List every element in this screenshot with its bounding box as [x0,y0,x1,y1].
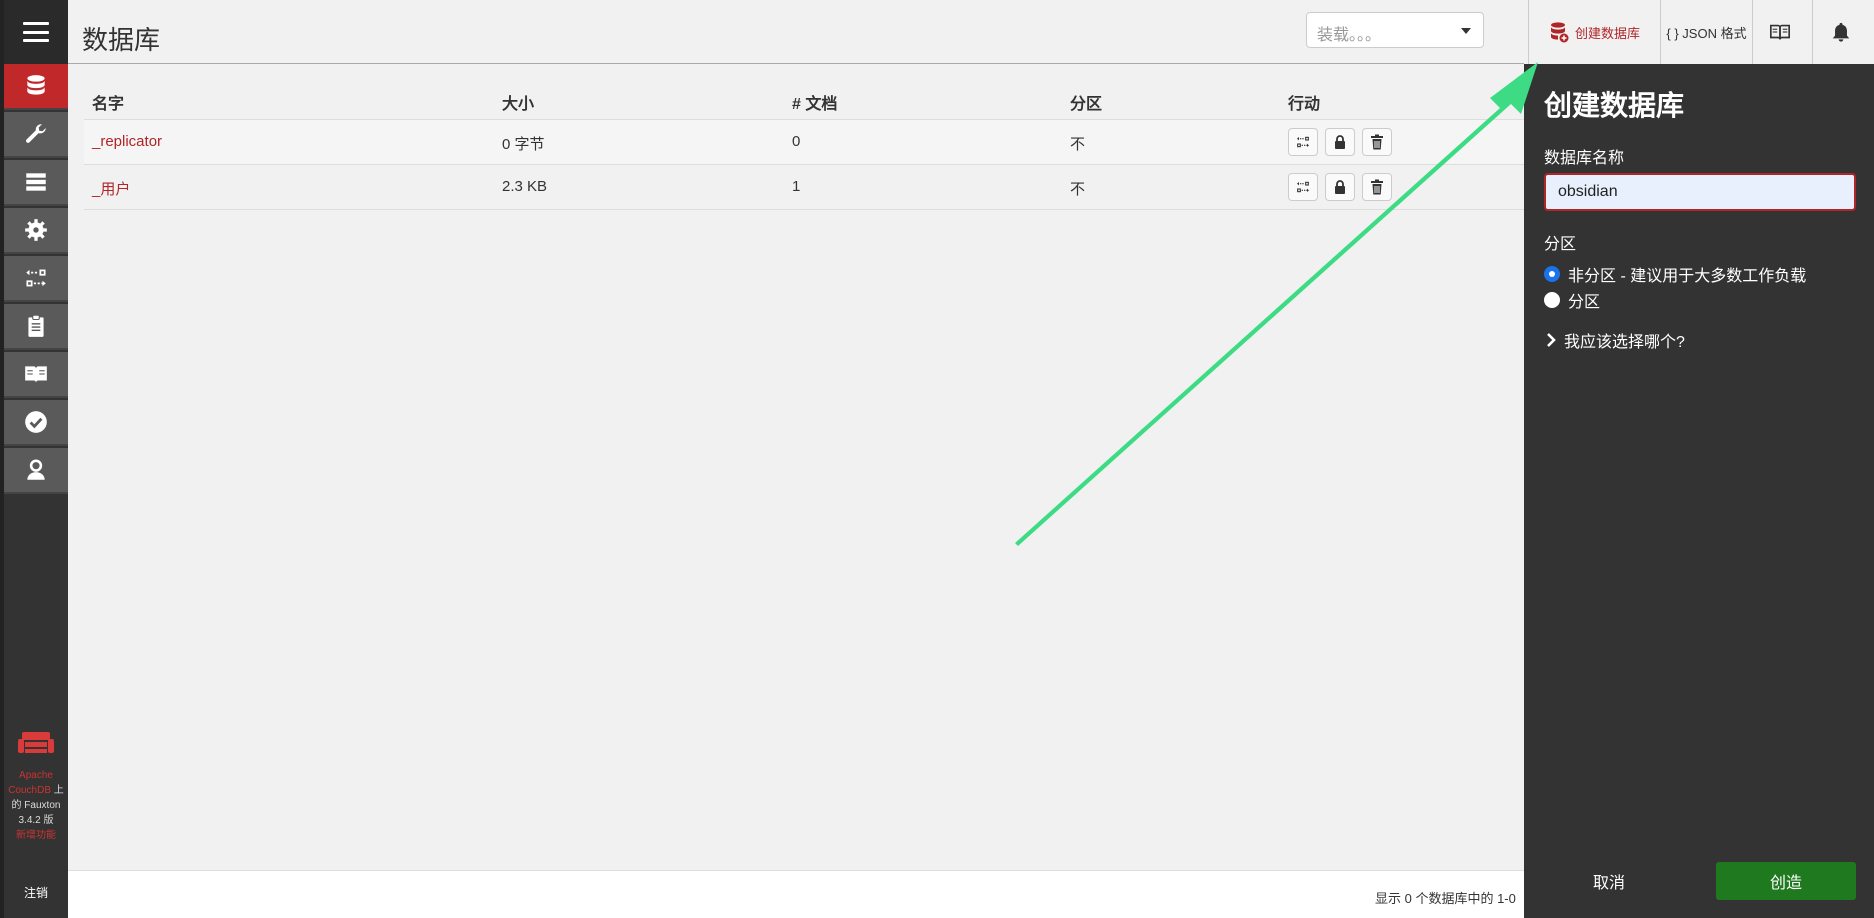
non-partitioned-option[interactable]: 非分区 - 建议用于大多数工作负载 [1544,262,1806,286]
trash-icon [1371,134,1383,150]
user-icon [27,459,45,480]
left-nav: Apache CouchDB 上 的 Fauxton 3.4.2 版 新增功能 … [0,0,68,918]
database-partitioned: 不 [1070,181,1086,198]
json-format-label: { } JSON 格式 [1666,25,1747,41]
radio-checked-icon[interactable] [1544,266,1560,282]
partition-label: 分区 [1544,236,1577,253]
cancel-button[interactable]: 取消 [1544,862,1674,900]
database-doc-count: 0 [792,133,801,150]
caret-down-icon [1461,28,1471,34]
database-table: 名字 大小 # 文档 分区 行动 _replicator 0 字节 0 不 _用… [84,80,1524,210]
documentation-button[interactable] [1752,0,1812,64]
footer: 显示 0 个数据库中的 1-0 [68,870,1524,918]
column-header-docs[interactable]: # 文档 [792,90,837,114]
nav-active-tasks[interactable] [4,160,68,206]
header: 数据库 装载。。。 [68,0,1524,64]
check-circle-icon [25,411,47,433]
whats-new-link[interactable]: 新增功能 [6,828,66,843]
non-partitioned-label: 非分区 - 建议用于大多数工作负载 [1568,268,1807,285]
create-database-tray: 创建数据库 数据库名称 分区 非分区 - 建议用于大多数工作负载 分区 我应该选… [1524,64,1874,918]
permissions-button[interactable] [1325,128,1355,156]
replication-icon [26,269,46,287]
partitioned-option[interactable]: 分区 [1544,288,1600,312]
delete-button[interactable] [1362,173,1392,201]
which-should-i-choose-toggle[interactable]: 我应该选择哪个? [1546,328,1685,352]
brand-couchdb[interactable]: CouchDB [8,785,51,796]
nav-documentation[interactable] [4,352,68,398]
nav-setup[interactable] [4,112,68,158]
couchdb-logo-icon [18,732,54,753]
brand-fauxton: 的 Fauxton [11,800,61,811]
nav-verify[interactable] [4,400,68,446]
nav-logs[interactable] [4,304,68,350]
lock-icon [1335,135,1345,149]
server-icon [26,173,46,191]
database-link[interactable]: _用户 [92,178,130,199]
nav-config[interactable] [4,208,68,254]
column-header-partitioned: 分区 [1070,96,1103,113]
menu-toggle[interactable] [4,0,68,64]
page-title: 数据库 [82,25,161,55]
column-header-actions: 行动 [1288,96,1321,113]
replication-icon [1297,181,1309,193]
json-format-button[interactable]: { } JSON 格式 [1660,0,1752,64]
create-button[interactable]: 创造 [1716,862,1856,900]
brand-on: 上 [51,785,64,796]
table-header: 名字 大小 # 文档 分区 行动 [84,80,1524,120]
trash-icon [1371,179,1383,195]
table-row: _replicator 0 字节 0 不 [84,120,1524,165]
help-link-label: 我应该选择哪个? [1564,334,1685,351]
create-database-label: 创建数据库 [1574,25,1640,41]
nav-user[interactable] [4,448,68,494]
delete-button[interactable] [1362,128,1392,156]
column-header-size[interactable]: 大小 [502,90,534,114]
brand-block: Apache CouchDB 上 的 Fauxton 3.4.2 版 新增功能 [4,730,68,843]
database-link[interactable]: _replicator [92,133,162,150]
logout-link[interactable]: 注销 [4,884,68,901]
permissions-button[interactable] [1325,173,1355,201]
database-partitioned: 不 [1070,136,1086,153]
book-icon [1769,24,1790,40]
tray-title: 创建数据库 [1544,90,1685,121]
pagination-status: 显示 0 个数据库中的 1-0 [1375,891,1516,906]
database-size: 0 字节 [502,136,545,153]
nav-replication[interactable] [4,256,68,302]
partitioned-label: 分区 [1568,294,1601,311]
notifications-button[interactable] [1812,0,1874,64]
hamburger-icon [23,22,49,42]
database-name-label: 数据库名称 [1544,150,1625,167]
nav-databases[interactable] [4,64,68,110]
database-size: 2.3 KB [502,178,548,195]
book-icon [25,366,47,383]
brand-version: 3.4.2 版 [18,815,54,826]
radio-unchecked-icon[interactable] [1544,292,1560,308]
replication-icon [1297,136,1309,148]
create-database-button[interactable]: 创建数据库 [1528,0,1660,64]
lock-icon [1335,180,1345,194]
column-header-name[interactable]: 名字 [92,90,124,114]
load-placeholder: 装载。。。 [1317,27,1382,44]
gear-icon [25,219,47,241]
replicate-button[interactable] [1288,173,1318,201]
database-name-input[interactable] [1544,173,1856,211]
chevron-right-icon [1547,333,1556,347]
bell-icon [1832,22,1849,42]
row-actions [1288,128,1392,156]
replicate-button[interactable] [1288,128,1318,156]
table-row: _用户 2.3 KB 1 不 [84,165,1524,210]
row-actions [1288,173,1392,201]
database-icon [27,75,45,95]
database-jump-select[interactable]: 装载。。。 [1306,12,1484,48]
wrench-icon [26,124,46,143]
database-doc-count: 1 [792,178,801,195]
brand-apache: Apache [19,770,53,781]
database-add-icon [1550,22,1569,43]
clipboard-icon [28,314,44,337]
brand-text: Apache CouchDB 上 的 Fauxton 3.4.2 版 新增功能 [4,768,68,843]
